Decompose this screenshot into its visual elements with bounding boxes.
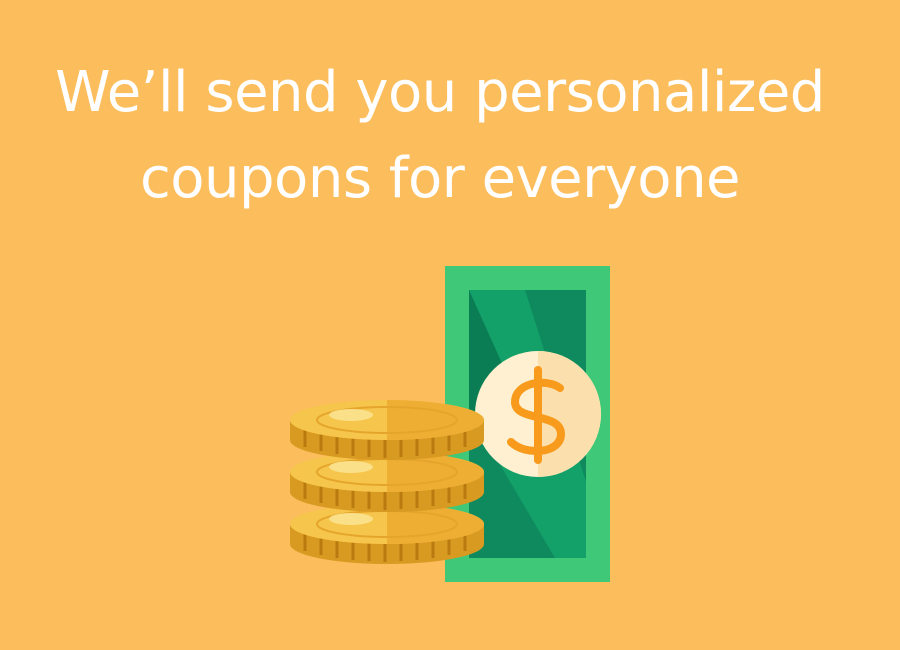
coupon-promo-page: We’ll send you personalized coupons for … — [0, 0, 900, 650]
headline-line-1: We’ll send you personalized — [55, 60, 825, 125]
coin-stack-icon — [290, 400, 484, 564]
headline: We’ll send you personalized coupons for … — [0, 50, 880, 222]
dollar-sign-icon — [475, 351, 601, 477]
money-illustration — [290, 266, 610, 582]
coin-bottom — [290, 504, 484, 564]
headline-line-2: coupons for everyone — [139, 146, 741, 211]
coin-top — [290, 400, 484, 460]
coin-middle — [290, 452, 484, 512]
